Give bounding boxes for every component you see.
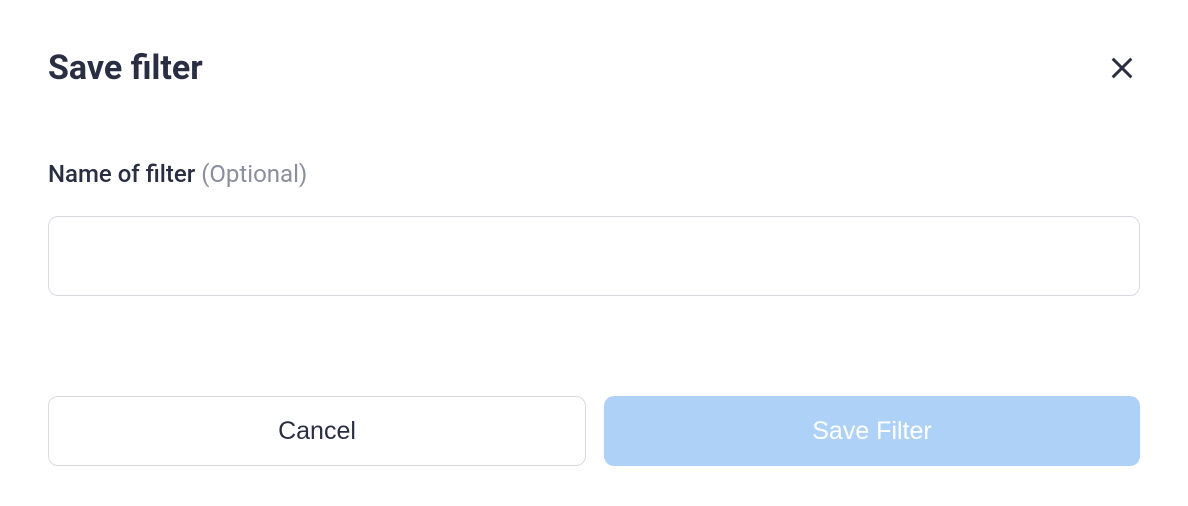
close-icon bbox=[1108, 54, 1136, 82]
filter-name-optional-text: (Optional) bbox=[201, 160, 307, 188]
save-filter-modal: Save filter Name of filter (Optional) Ca… bbox=[0, 0, 1188, 506]
cancel-button[interactable]: Cancel bbox=[48, 396, 586, 466]
filter-name-label: Name of filter (Optional) bbox=[48, 160, 1140, 188]
modal-header: Save filter bbox=[48, 48, 1140, 88]
filter-name-label-text: Name of filter bbox=[48, 160, 195, 188]
filter-name-input[interactable] bbox=[48, 216, 1140, 296]
modal-footer: Cancel Save Filter bbox=[48, 396, 1140, 466]
save-filter-button[interactable]: Save Filter bbox=[604, 396, 1140, 466]
modal-title: Save filter bbox=[48, 48, 203, 88]
close-button[interactable] bbox=[1104, 50, 1140, 86]
